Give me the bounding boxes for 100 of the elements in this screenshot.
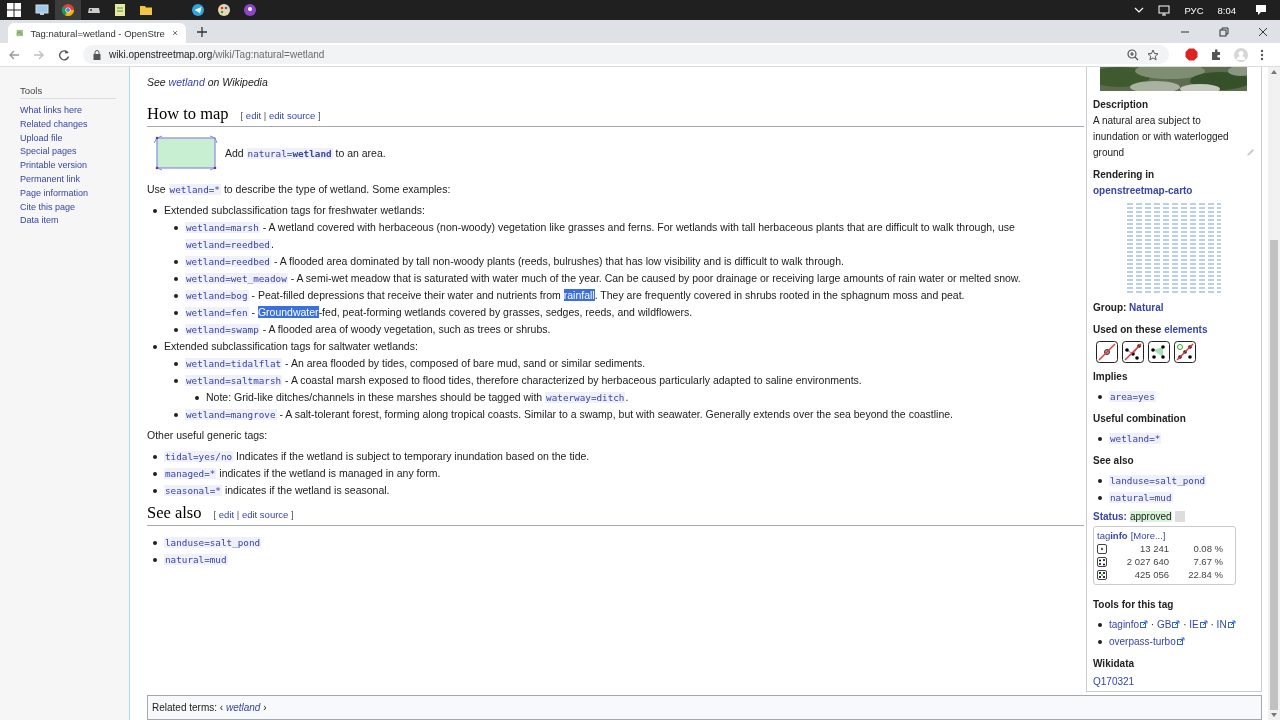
tag-link[interactable]: natural=wetland xyxy=(246,148,333,159)
list-item-text: taginfo · GB · IE · IN xyxy=(1109,616,1236,633)
paragraph: Add natural=wetland to an area. xyxy=(225,147,386,159)
monitor-icon[interactable] xyxy=(35,3,49,17)
new-tab-icon[interactable] xyxy=(196,26,208,38)
bullet xyxy=(174,294,178,298)
tag-link[interactable]: wetland=reedbed xyxy=(185,239,271,250)
restore-icon[interactable] xyxy=(1219,27,1229,37)
link[interactable]: edit xyxy=(218,509,235,520)
back-icon[interactable] xyxy=(8,48,20,61)
tag-link[interactable]: seasonal=* xyxy=(164,485,222,496)
scrollbar-thumb[interactable] xyxy=(1270,240,1278,710)
external-link[interactable]: IN xyxy=(1216,619,1236,630)
close-icon[interactable] xyxy=(1258,27,1268,37)
sidebar-link[interactable]: Data item xyxy=(20,214,59,229)
bullet xyxy=(1098,479,1102,483)
tag-link[interactable]: wetland=tidalflat xyxy=(185,358,283,369)
node-icon xyxy=(1097,543,1107,554)
podcast-icon[interactable] xyxy=(243,3,257,17)
bullet xyxy=(174,260,178,264)
folder-icon[interactable] xyxy=(139,3,153,17)
notification-icon[interactable] xyxy=(1255,4,1267,16)
sidebar-link[interactable]: Related changes xyxy=(20,117,88,132)
link[interactable]: [More...] xyxy=(1130,530,1166,541)
link[interactable]: edit source xyxy=(268,110,316,121)
list-item-text: Note: Grid-like ditches/channels in these marshes should be tagged with waterway=ditch. xyxy=(206,390,630,405)
zoom-icon[interactable] xyxy=(1127,48,1139,61)
tag-link[interactable]: area=yes xyxy=(1109,391,1156,402)
bullet xyxy=(174,277,178,281)
star-icon[interactable] xyxy=(1147,48,1159,61)
chevron-up-icon[interactable] xyxy=(1134,7,1145,13)
sidebar-link[interactable]: Permanent link xyxy=(20,173,81,187)
menu-icon[interactable] xyxy=(1260,48,1264,61)
link[interactable]: edit source xyxy=(241,509,289,520)
adblock-icon[interactable] xyxy=(1185,48,1198,61)
tag-link[interactable]: wetland=fen xyxy=(185,307,249,318)
address-bar[interactable]: wiki.openstreetmap.org/wiki/Tag:natural=wetland xyxy=(83,45,1169,64)
tag-link[interactable]: tidal=yes/no xyxy=(164,451,234,462)
tag-link[interactable]: wetland=mangrove xyxy=(185,409,277,420)
link[interactable]: openstreetmap-carto xyxy=(1093,185,1193,196)
section-heading: See also xyxy=(147,503,202,523)
usage-count: 425 056 xyxy=(1133,569,1169,580)
sidebar-link[interactable]: Upload file xyxy=(20,131,63,146)
bullet xyxy=(1098,623,1102,627)
tag-link[interactable]: wetland=saltmarsh xyxy=(185,375,283,386)
sidebar-link[interactable]: Page information xyxy=(20,186,89,201)
external-link-icon xyxy=(1176,637,1185,645)
description-text: A natural area subject to inundation or with waterlogged ground xyxy=(1093,114,1230,160)
sidebar-link[interactable]: What links here xyxy=(20,104,83,118)
link[interactable]: wetland xyxy=(225,702,261,713)
language-indicator[interactable]: РУС xyxy=(1184,4,1204,16)
browser-tab[interactable]: Tag:natural=wetland - OpenStre xyxy=(8,23,186,43)
close-icon[interactable] xyxy=(171,28,178,38)
list-item-text: Extended subclassification tags for freshwater wetlands: xyxy=(164,203,426,218)
section-heading: How to map xyxy=(147,104,229,124)
tag-link[interactable]: wetland=reedbed xyxy=(185,256,271,267)
tag-link[interactable]: wetland=* xyxy=(1109,433,1162,444)
sidebar-link[interactable]: Printable version xyxy=(20,159,88,173)
bullet xyxy=(1098,437,1102,441)
tag-link[interactable]: waterway=ditch xyxy=(545,392,626,403)
clock[interactable]: 8:04 xyxy=(1217,4,1236,16)
link[interactable]: edit xyxy=(245,110,262,121)
tag-link[interactable]: wetland=swamp xyxy=(185,324,260,335)
paragraph: Use wetland=* to describe the type of wetland. Some examples: xyxy=(147,182,452,197)
palette-icon[interactable] xyxy=(217,3,231,17)
sidebar-heading: Tools xyxy=(20,85,116,99)
chrome-icon[interactable] xyxy=(61,3,75,17)
start-icon[interactable] xyxy=(7,3,21,17)
puzzle-icon[interactable] xyxy=(1210,48,1222,61)
sidebar-link[interactable]: Special pages xyxy=(20,145,77,160)
bullet xyxy=(174,362,178,366)
link[interactable]: Q170321 xyxy=(1093,676,1135,687)
tag-link[interactable]: wetland=* xyxy=(168,184,221,195)
paragraph: Other useful generic tags: xyxy=(147,428,269,443)
tag-link[interactable]: landuse=salt_pond xyxy=(164,537,262,548)
tag-link[interactable]: wetland=marsh xyxy=(185,222,260,233)
link[interactable]: elements xyxy=(1164,324,1208,335)
sidebar-link[interactable]: Cite this page xyxy=(20,200,76,215)
notepad-icon[interactable] xyxy=(113,3,127,17)
network-icon[interactable] xyxy=(1158,4,1171,16)
list-item-text: tidal=yes/no Indicates if the wetland is subject to temporary inundation based on the tide. xyxy=(164,449,591,464)
external-link[interactable]: taginfo xyxy=(1109,619,1149,630)
tag-link[interactable]: wetland=bog xyxy=(185,290,249,301)
tag-link[interactable]: managed=* xyxy=(164,468,217,479)
link[interactable]: Natural xyxy=(1129,302,1164,313)
reload-icon[interactable] xyxy=(58,48,70,61)
external-link[interactable]: overpass-turbo xyxy=(1109,636,1185,647)
external-link[interactable]: IE xyxy=(1189,619,1208,630)
tag-link[interactable]: natural=mud xyxy=(1109,492,1173,503)
tag-link[interactable]: landuse=salt_pond xyxy=(1109,475,1207,486)
external-link[interactable]: GB xyxy=(1156,619,1181,630)
link[interactable]: taginfo xyxy=(1097,530,1128,541)
bullet xyxy=(174,226,178,230)
tag-link[interactable]: wetland=wet_meadow xyxy=(185,273,288,284)
area-drawing xyxy=(154,135,218,171)
link[interactable]: wetland xyxy=(168,76,205,88)
infobox-heading: Description xyxy=(1093,98,1148,112)
tag-link[interactable]: natural=mud xyxy=(164,554,228,565)
telegram-icon[interactable] xyxy=(191,3,205,17)
external-link-icon xyxy=(1172,620,1181,628)
